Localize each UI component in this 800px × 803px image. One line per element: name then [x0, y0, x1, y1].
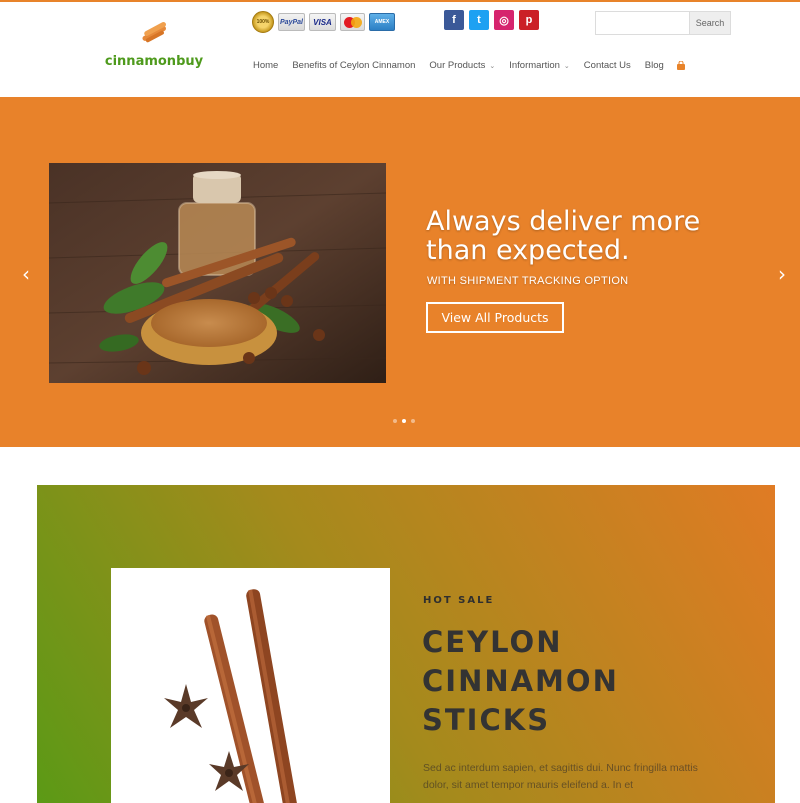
visa-card-icon: VISA [309, 13, 336, 31]
hero-product-image [49, 163, 386, 383]
hero-slider: Always deliver more than expected. WITH … [0, 97, 800, 447]
product-title-line: CINNAMON [422, 664, 619, 698]
nav-label: Benefits of Ceylon Cinnamon [292, 60, 416, 71]
cart-icon[interactable] [676, 61, 686, 70]
chevron-down-icon: ⌄ [563, 62, 570, 70]
nav-item-information[interactable]: Informartion ⌄ [509, 60, 570, 71]
slider-next-arrow-icon[interactable]: › [778, 262, 786, 286]
paypal-label: PayPal [280, 18, 303, 26]
search-input[interactable] [595, 11, 689, 35]
nav-label: Informartion [509, 60, 560, 71]
social-links: f t ◎ p [444, 10, 539, 30]
product-title: CEYLON CINNAMON STICKS [422, 623, 619, 740]
hot-sale-section: HOT SALE CEYLON CINNAMON STICKS Sed ac i… [37, 485, 775, 803]
facebook-icon[interactable]: f [444, 10, 464, 30]
top-accent-line [0, 0, 800, 2]
pinterest-icon[interactable]: p [519, 10, 539, 30]
seal-label: 100% [256, 19, 270, 25]
twitter-icon[interactable]: t [469, 10, 489, 30]
mastercard-card-icon [340, 13, 365, 31]
product-description: Sed ac interdum sapien, et sagittis dui.… [423, 762, 698, 791]
brand-name: cinnamonbuy [104, 54, 204, 69]
nav-label: Contact Us [583, 60, 631, 71]
search-button[interactable]: Search [689, 11, 731, 35]
nav-item-contact[interactable]: Contact Us [584, 60, 631, 71]
nav-item-benefits[interactable]: Benefits of Ceylon Cinnamon [292, 60, 415, 71]
search-form: Search [595, 11, 731, 35]
site-logo[interactable]: cinnamonbuy [104, 20, 204, 69]
paypal-card-icon: PayPal [278, 13, 305, 31]
cinnamon-sticks-photo [111, 568, 390, 803]
instagram-icon[interactable]: ◎ [494, 10, 514, 30]
slider-dot-active[interactable] [402, 419, 406, 423]
slider-prev-arrow-icon[interactable]: ‹ [22, 262, 30, 286]
product-title-line: CEYLON [422, 625, 563, 659]
cinnamon-sticks-image [111, 568, 390, 803]
slider-dot[interactable] [411, 419, 415, 423]
slider-pagination [393, 419, 415, 423]
amex-card-icon: AMEX [369, 13, 395, 31]
visa-label: VISA [313, 17, 332, 27]
view-all-products-button[interactable]: View All Products [426, 302, 564, 333]
nav-label: Blog [644, 60, 664, 71]
cinnamon-jar-photo [49, 163, 386, 383]
chevron-down-icon: ⌄ [489, 62, 496, 70]
product-title-line: STICKS [422, 703, 551, 737]
nav-item-our-products[interactable]: Our Products ⌄ [429, 60, 495, 71]
payment-methods: 100% PayPal VISA AMEX [252, 11, 395, 33]
main-nav: Home Benefits of Ceylon Cinnamon Our Pro… [253, 60, 686, 71]
guarantee-seal-icon: 100% [252, 11, 274, 33]
cinnamon-logo-icon [142, 22, 167, 43]
hero-heading: Always deliver more than expected. [426, 206, 701, 266]
page: cinnamonbuy 100% PayPal VISA AMEX f t ◎ … [0, 0, 800, 803]
slider-dot[interactable] [393, 419, 397, 423]
nav-item-home[interactable]: Home [253, 60, 278, 71]
nav-label: Home [253, 60, 279, 71]
hero-subheading: WITH SHIPMENT TRACKING OPTION [427, 275, 629, 287]
hot-sale-kicker: HOT SALE [423, 595, 495, 606]
nav-item-blog[interactable]: Blog [645, 60, 664, 71]
nav-label: Our Products [429, 60, 486, 71]
